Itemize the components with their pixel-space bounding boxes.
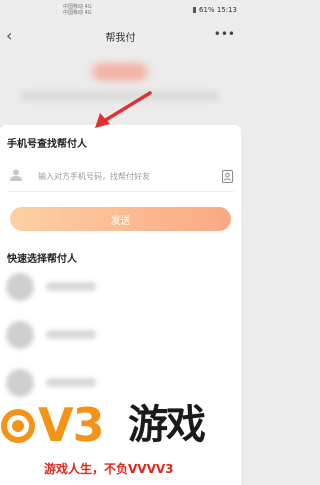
contact-book-icon[interactable] [222, 170, 233, 183]
watermark-brand: V3 [38, 398, 105, 452]
avatar [6, 321, 34, 349]
order-summary [0, 50, 241, 125]
status-bar: 中国移动 4G 中国移动 4G 61% 15:13 [0, 0, 241, 22]
signal-icon [192, 7, 196, 13]
top-nav: ‹ 帮我付 ••• [0, 22, 241, 50]
battery-level: 61% [199, 6, 215, 14]
clock: 15:13 [216, 6, 237, 14]
page-title: 帮我付 [105, 33, 136, 44]
watermark-word: 游戏 [128, 402, 206, 448]
avatar [6, 273, 34, 301]
watermark: V3 游戏 游戏人生，不负VVVV3 [0, 390, 241, 485]
status-right: 61% 15:13 [192, 6, 237, 14]
more-dots-icon[interactable]: ••• [214, 27, 235, 41]
divider [7, 191, 234, 192]
phone-number-input[interactable] [38, 167, 213, 185]
phone-lookup-card: 手机号查找帮付人 发送 [0, 125, 241, 235]
phone-lookup-label: 手机号查找帮付人 [7, 139, 87, 150]
contact-item[interactable] [6, 273, 236, 301]
blurred-contact-name [46, 378, 96, 387]
blurred-amount [92, 63, 148, 81]
blurred-contact-name [46, 282, 96, 291]
send-button[interactable]: 发送 [10, 207, 231, 231]
user-icon [10, 169, 22, 181]
blurred-contact-name [46, 330, 96, 339]
carrier-info: 中国移动 4G 中国移动 4G [63, 4, 92, 16]
quick-select-label: 快速选择帮付人 [7, 254, 77, 265]
blurred-subtitle [20, 91, 220, 101]
carrier-2: 中国移动 4G [63, 10, 92, 16]
watermark-logo-icon [1, 409, 35, 443]
contact-item[interactable] [6, 321, 236, 349]
watermark-slogan: 游戏人生，不负VVVV3 [44, 462, 174, 476]
